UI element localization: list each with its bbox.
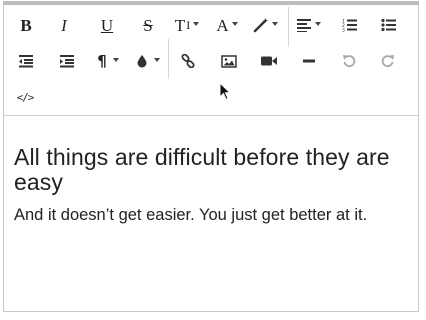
chevron-down-icon <box>193 22 200 26</box>
indent-icon <box>60 55 74 68</box>
redo-button[interactable] <box>376 47 400 75</box>
ink-drop-icon <box>137 55 147 68</box>
chevron-down-icon <box>314 22 321 26</box>
horizontal-rule-icon <box>303 59 315 63</box>
bold-button[interactable]: B <box>14 11 38 39</box>
mouse-pointer-icon <box>219 82 232 101</box>
highlight-button[interactable] <box>132 47 164 75</box>
toolbar-row-3: </> <box>4 79 418 115</box>
unordered-list-button[interactable] <box>377 11 401 39</box>
svg-text:3: 3 <box>342 28 345 33</box>
unordered-list-icon <box>381 18 396 32</box>
redo-icon <box>381 55 394 68</box>
underline-icon: U <box>100 15 114 35</box>
align-left-icon <box>296 19 311 32</box>
font-color-icon: A <box>216 15 229 35</box>
chevron-down-icon <box>231 22 238 26</box>
ordered-list-icon: 1 2 3 <box>342 19 357 33</box>
chevron-down-icon <box>271 22 278 26</box>
video-button[interactable] <box>257 47 281 75</box>
code-view-button[interactable]: </> <box>13 83 37 111</box>
chevron-down-icon <box>112 58 119 62</box>
paragraph-icon: ¶ <box>97 51 107 70</box>
align-button[interactable] <box>292 11 324 39</box>
font-size-cursor-icon: I <box>186 18 191 32</box>
format-button[interactable] <box>250 11 280 39</box>
editor-content[interactable]: All things are difficult before they are… <box>14 145 410 225</box>
content-paragraph: And it doesn’t get easier. You just get … <box>14 206 368 224</box>
outdent-button[interactable] <box>14 47 38 75</box>
rich-text-editor: B I U S T I A 1 2 3 ¶ </> All things are… <box>3 1 419 312</box>
toolbar-row-2: ¶ <box>4 39 418 79</box>
indent-button[interactable] <box>55 47 79 75</box>
image-icon <box>221 54 237 68</box>
font-size-button[interactable]: T I <box>172 11 202 39</box>
toolbar-separator <box>168 39 169 79</box>
strikethrough-icon: S <box>143 15 153 35</box>
strikethrough-button[interactable]: S <box>136 11 160 39</box>
bold-icon: B <box>20 15 32 35</box>
magic-wand-icon <box>253 18 268 33</box>
content-heading: All things are difficult before they are… <box>14 144 390 195</box>
undo-button[interactable] <box>337 47 361 75</box>
editor-toolbar: B I U S T I A 1 2 3 ¶ </> <box>4 5 418 116</box>
horizontal-rule-button[interactable] <box>297 47 321 75</box>
underline-button[interactable]: U <box>95 11 119 39</box>
link-icon <box>181 54 195 68</box>
toolbar-separator <box>288 7 289 47</box>
paragraph-button[interactable]: ¶ <box>92 47 124 75</box>
code-view-icon: </> <box>16 90 35 104</box>
video-icon <box>261 56 277 66</box>
italic-button[interactable]: I <box>52 11 76 39</box>
chevron-down-icon <box>154 58 160 62</box>
outdent-icon <box>19 55 33 68</box>
font-color-button[interactable]: A <box>212 11 242 39</box>
undo-icon <box>343 55 356 68</box>
italic-icon: I <box>61 15 67 35</box>
font-size-icon: T <box>174 15 186 35</box>
ordered-list-button[interactable]: 1 2 3 <box>338 11 362 39</box>
link-button[interactable] <box>176 47 200 75</box>
image-button[interactable] <box>217 47 241 75</box>
toolbar-row-1: B I U S T I A 1 2 3 <box>4 7 418 47</box>
